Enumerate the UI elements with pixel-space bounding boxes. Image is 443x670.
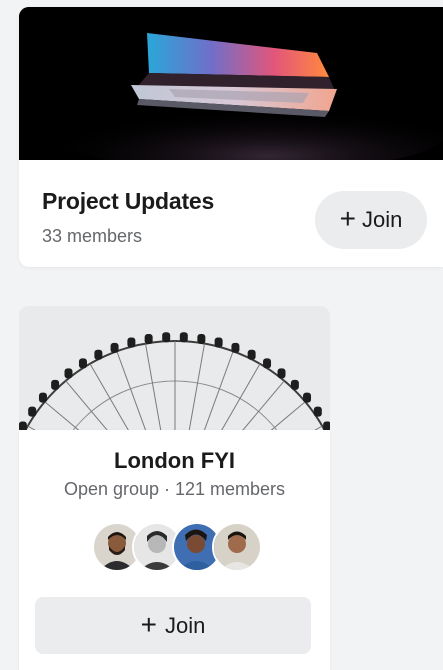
group-name[interactable]: London FYI xyxy=(19,448,330,474)
group-card-project-updates[interactable]: Project Updates 33 members + Join xyxy=(19,7,443,267)
group-name[interactable]: Project Updates xyxy=(42,188,214,215)
join-button[interactable]: + Join xyxy=(35,597,311,654)
join-label: Join xyxy=(165,612,206,638)
group-card-london-fyi[interactable]: London FYI Open group · 121 members + Jo… xyxy=(19,430,330,670)
join-button[interactable]: + Join xyxy=(315,191,427,249)
member-count: 33 members xyxy=(42,226,143,246)
plus-icon: + xyxy=(339,203,356,234)
member-avatars[interactable] xyxy=(92,522,262,572)
group-cover-image-laptop xyxy=(19,7,443,160)
group-cover-image-ferris-wheel xyxy=(19,306,330,434)
avatar[interactable] xyxy=(212,522,262,572)
plus-icon: + xyxy=(140,608,157,640)
group-meta: Open group · 121 members xyxy=(63,479,286,499)
join-label: Join xyxy=(362,207,403,232)
